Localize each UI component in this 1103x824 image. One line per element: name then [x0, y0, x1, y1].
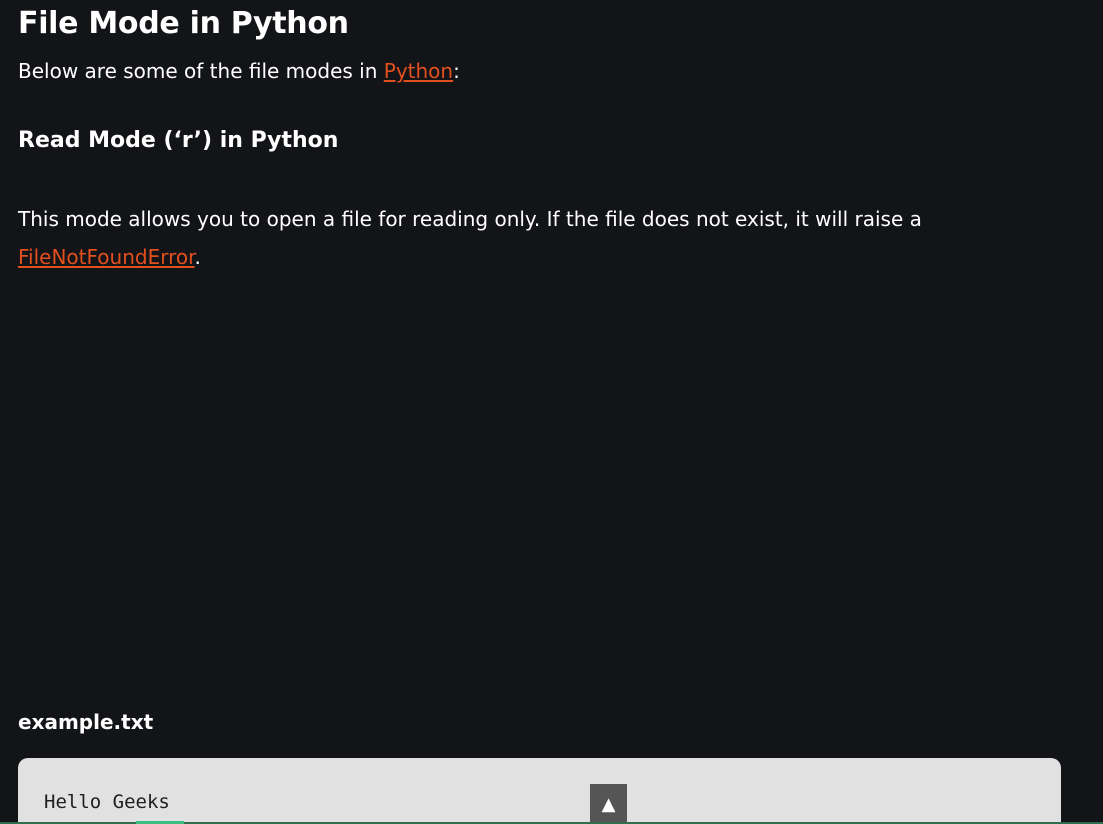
- intro-suffix: :: [453, 59, 460, 83]
- arrow-up-icon: ▲: [601, 793, 616, 815]
- description-paragraph: This mode allows you to open a file for …: [18, 200, 1018, 276]
- description-suffix: .: [194, 245, 201, 269]
- code-text: Hello Geeks: [44, 791, 170, 813]
- file-label: example.txt: [18, 710, 154, 734]
- code-block: Hello Geeks: [18, 758, 1061, 824]
- intro-text: Below are some of the file modes in: [18, 59, 384, 83]
- section-title: Read Mode (‘r’) in Python: [18, 128, 339, 153]
- filenotfounderror-link[interactable]: FileNotFoundError: [18, 245, 195, 269]
- intro-paragraph: Below are some of the file modes in Pyth…: [18, 57, 460, 85]
- scroll-to-top-button[interactable]: ▲: [590, 784, 627, 824]
- python-link[interactable]: Python: [384, 59, 453, 83]
- description-text: This mode allows you to open a file for …: [18, 207, 922, 231]
- page-title: File Mode in Python: [18, 6, 349, 41]
